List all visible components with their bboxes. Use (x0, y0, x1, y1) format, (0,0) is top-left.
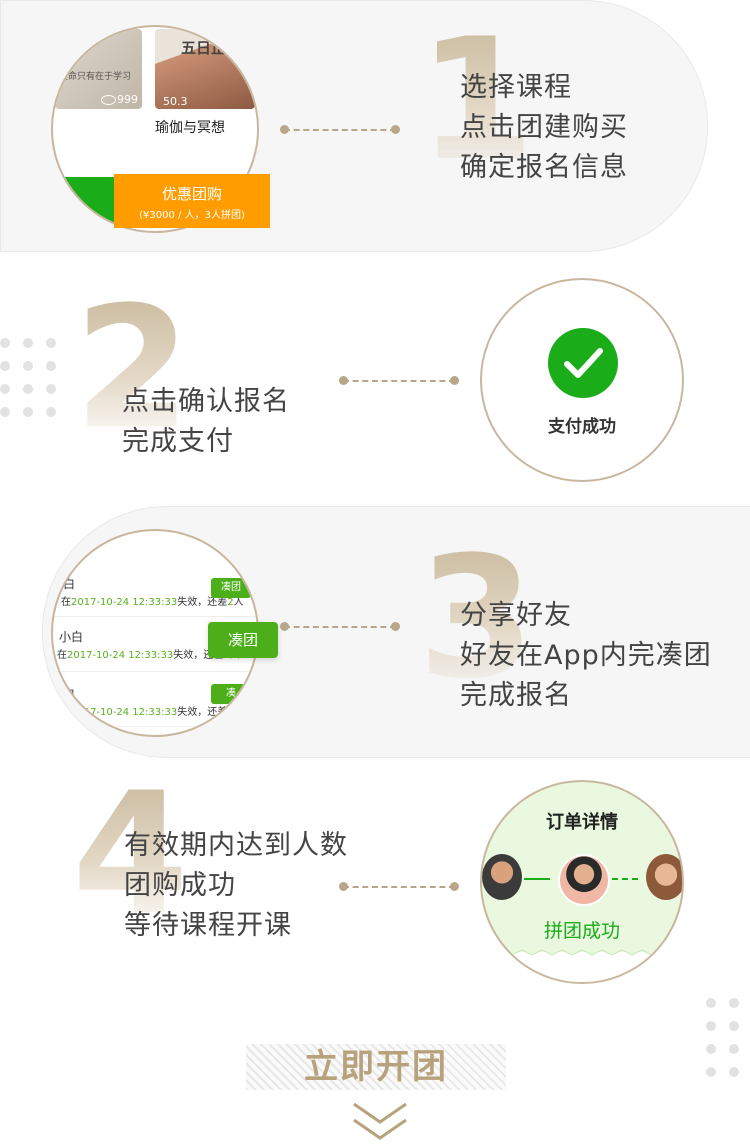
group-expiry: 在2017-10-24 12:33:33失效，还差2人 (61, 707, 244, 718)
start-group-button[interactable]: 立即开团 (246, 1044, 506, 1090)
thumbnail-title: 五日正 (181, 39, 227, 57)
step3-connector (280, 622, 400, 631)
join-group-button[interactable]: 凑团 (211, 578, 251, 598)
group-row: 白 在2017-10-24 12:33:33失效，还差2人 凑 (53, 671, 257, 727)
step4-description: 有效期内达到人数 团购成功 等待课程开课 (124, 826, 348, 946)
step4-line-1: 有效期内达到人数 (124, 830, 348, 861)
group-success-status: 拼团成功 (543, 920, 620, 942)
step1-line-1: 选择课程 (460, 72, 572, 103)
step3-line-2: 好友在App内完凑团 (460, 640, 712, 671)
green-action-bar[interactable] (53, 177, 123, 231)
member-avatar-1 (482, 854, 522, 900)
connector-line-dashed (612, 878, 638, 880)
step4-order-detail: 订单详情 拼团成功 (480, 780, 684, 984)
step2-line-1: 点击确认报名 (122, 386, 290, 417)
view-count: 999 (117, 93, 138, 106)
decorative-dots-right (706, 998, 750, 1077)
step2-connector (339, 376, 459, 385)
payment-success-label: 支付成功 (548, 417, 616, 437)
step1-line-2: 点击团建购买 (460, 112, 628, 143)
step4-connector (339, 882, 459, 891)
group-member-name: 白 (63, 687, 76, 701)
connector-line-solid (524, 878, 550, 880)
step3-line-1: 分享好友 (460, 600, 572, 631)
step4-line-2: 团购成功 (124, 870, 236, 901)
start-group-label: 立即开团 (304, 1047, 448, 1087)
step1-description: 选择课程 点击团建购买 确定报名信息 (460, 68, 628, 188)
step2-description: 点击确认报名 完成支付 (122, 382, 290, 462)
zigzag-divider (482, 949, 682, 982)
group-member-name: 白 (63, 577, 76, 591)
course-title: 瑜伽与冥想 (155, 120, 225, 136)
group-member-name: 小白 (59, 630, 84, 644)
step3-description: 分享好友 好友在App内完凑团 完成报名 (460, 596, 712, 716)
member-avatar-3 (646, 854, 682, 900)
course-thumbnail-1[interactable]: 生命只有在于学习 999 (55, 29, 142, 109)
eye-icon (101, 95, 116, 105)
group-buy-label: 优惠团购 (161, 185, 222, 203)
group-buy-price: (¥3000 / 人，3人拼团) (139, 210, 245, 221)
step1-connector (280, 125, 400, 134)
order-detail-title: 订单详情 (546, 812, 618, 833)
group-row: 白 在2017-10-24 12:33:33失效，还差2人 凑团 (53, 561, 257, 617)
decorative-dots-left (0, 338, 56, 417)
step4-line-3: 等待课程开课 (124, 910, 292, 941)
step2-payment-result: 支付成功 (480, 278, 684, 482)
chevron-down-icon[interactable] (350, 1100, 410, 1144)
step2-line-2: 完成支付 (122, 426, 234, 457)
course-thumbnail-2[interactable]: 五日正 50.3 (155, 29, 255, 109)
member-avatar-2 (558, 854, 610, 906)
step3-line-3: 完成报名 (460, 680, 572, 711)
thumbnail-count: 50.3 (163, 95, 188, 108)
join-group-button[interactable]: 凑 (211, 684, 251, 704)
check-circle-icon (548, 328, 618, 398)
group-buy-button[interactable]: 优惠团购 (¥3000 / 人，3人拼团) (114, 174, 270, 228)
thumbnail-caption: 生命只有在于学习 (59, 72, 132, 82)
join-group-button-highlight[interactable]: 凑团 (208, 622, 278, 658)
step1-line-3: 确定报名信息 (460, 152, 628, 183)
